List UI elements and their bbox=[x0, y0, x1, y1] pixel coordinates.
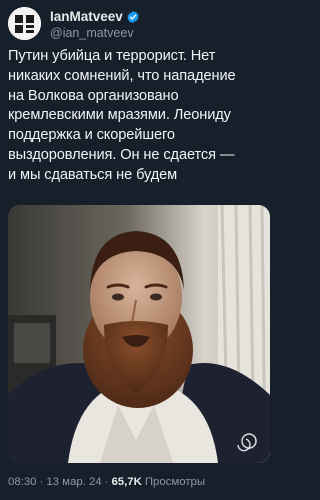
views-label: Просмотры bbox=[144, 476, 206, 488]
views-count[interactable]: 65,7K bbox=[111, 476, 141, 488]
author-avatar-icon bbox=[8, 7, 41, 40]
tweet-text: Путин убийца и террорист. Нет никаких со… bbox=[8, 48, 236, 183]
verified-badge-icon bbox=[126, 10, 140, 24]
author-handle[interactable]: @ian_matveev bbox=[50, 26, 134, 41]
meta-separator: · bbox=[104, 476, 109, 488]
meta-separator: · bbox=[39, 476, 44, 488]
tweet-meta-line: 08:30 · 13 мар. 24 · 65,7K Просмотры bbox=[8, 474, 273, 490]
tweet-media-image[interactable] bbox=[8, 205, 270, 463]
video-frame-image bbox=[8, 205, 270, 463]
tweet-header: IanMatveev @ian_matveev bbox=[8, 7, 270, 41]
tweet-time[interactable]: 08:30 bbox=[8, 476, 37, 488]
tweet-date[interactable]: 13 мар. 24 bbox=[46, 476, 101, 488]
tweet-page: IanMatveev @ian_matveev Путин убийца и т… bbox=[0, 0, 277, 500]
author-display-name[interactable]: IanMatveev bbox=[50, 9, 123, 25]
author-name-line: IanMatveev bbox=[50, 9, 140, 25]
author-avatar[interactable] bbox=[8, 7, 41, 40]
